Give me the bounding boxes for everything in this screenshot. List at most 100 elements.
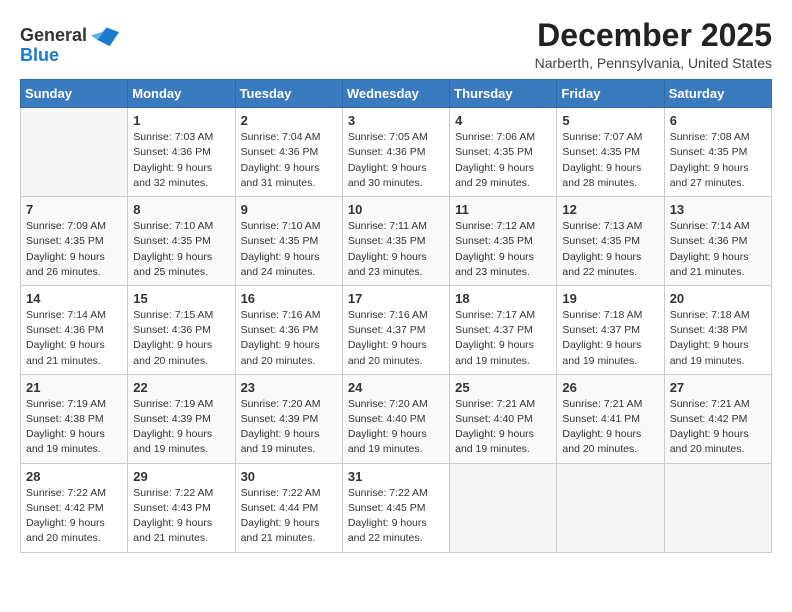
day-info: Sunrise: 7:05 AMSunset: 4:36 PMDaylight:…	[348, 130, 444, 191]
day-info: Sunrise: 7:16 AMSunset: 4:37 PMDaylight:…	[348, 308, 444, 369]
day-info: Sunrise: 7:11 AMSunset: 4:35 PMDaylight:…	[348, 219, 444, 280]
calendar-week-row-4: 21 Sunrise: 7:19 AMSunset: 4:38 PMDayligh…	[21, 374, 772, 463]
day-number: 3	[348, 113, 444, 128]
calendar-cell: 8 Sunrise: 7:10 AMSunset: 4:35 PMDaylight…	[128, 197, 235, 286]
calendar-cell: 6Sunrise: 7:08 AMSunset: 4:35 PMDaylight…	[664, 108, 771, 197]
calendar-cell: 23Sunrise: 7:20 AMSunset: 4:39 PMDayligh…	[235, 374, 342, 463]
day-info: Sunrise: 7:22 AMSunset: 4:42 PMDaylight:…	[26, 486, 122, 547]
header: General Blue December 2025 Narberth, Pen…	[20, 18, 772, 71]
day-info: Sunrise: 7:18 AMSunset: 4:37 PMDaylight:…	[562, 308, 658, 369]
day-info: Sunrise: 7:22 AMSunset: 4:45 PMDaylight:…	[348, 486, 444, 547]
day-number: 25	[455, 380, 551, 395]
day-number: 28	[26, 469, 122, 484]
calendar-cell: 17Sunrise: 7:16 AMSunset: 4:37 PMDayligh…	[342, 285, 449, 374]
day-number: 21	[26, 380, 122, 395]
header-row: Sunday Monday Tuesday Wednesday Thursday…	[21, 80, 772, 108]
calendar-cell: 5 Sunrise: 7:07 AMSunset: 4:35 PMDaylight…	[557, 108, 664, 197]
calendar-cell: 21 Sunrise: 7:19 AMSunset: 4:38 PMDayligh…	[21, 374, 128, 463]
day-number: 24	[348, 380, 444, 395]
header-monday: Monday	[128, 80, 235, 108]
day-number: 6	[670, 113, 766, 128]
day-info: Sunrise: 7:22 AMSunset: 4:43 PMDaylight:…	[133, 486, 229, 547]
calendar-cell	[21, 108, 128, 197]
day-info: Sunrise: 7:20 AMSunset: 4:40 PMDaylight:…	[348, 397, 444, 458]
day-info: Sunrise: 7:19 AMSunset: 4:38 PMDaylight:…	[26, 397, 122, 458]
day-number: 30	[241, 469, 337, 484]
calendar-cell: 16Sunrise: 7:16 AMSunset: 4:36 PMDayligh…	[235, 285, 342, 374]
calendar-week-row-1: 1Sunrise: 7:03 AMSunset: 4:36 PMDaylight…	[21, 108, 772, 197]
day-info: Sunrise: 7:12 AMSunset: 4:35 PMDaylight:…	[455, 219, 551, 280]
day-number: 11	[455, 202, 551, 217]
day-number: 15	[133, 291, 229, 306]
calendar-week-row-3: 14 Sunrise: 7:14 AMSunset: 4:36 PMDayligh…	[21, 285, 772, 374]
calendar-header: Sunday Monday Tuesday Wednesday Thursday…	[21, 80, 772, 108]
day-number: 14	[26, 291, 122, 306]
calendar-cell	[450, 463, 557, 552]
day-info: Sunrise: 7:10 AMSunset: 4:35 PMDaylight:…	[241, 219, 337, 280]
day-number: 16	[241, 291, 337, 306]
day-info: Sunrise: 7:10 AMSunset: 4:35 PMDaylight:…	[133, 219, 229, 280]
calendar-cell: 15 Sunrise: 7:15 AMSunset: 4:36 PMDayligh…	[128, 285, 235, 374]
day-number: 18	[455, 291, 551, 306]
day-number: 10	[348, 202, 444, 217]
day-info: Sunrise: 7:13 AMSunset: 4:35 PMDaylight:…	[562, 219, 658, 280]
day-number: 12	[562, 202, 658, 217]
day-info: Sunrise: 7:03 AMSunset: 4:36 PMDaylight:…	[133, 130, 229, 191]
day-info: Sunrise: 7:09 AMSunset: 4:35 PMDaylight:…	[26, 219, 122, 280]
day-number: 20	[670, 291, 766, 306]
logo-text-blue: Blue	[20, 46, 59, 66]
day-number: 19	[562, 291, 658, 306]
logo: General Blue	[20, 22, 119, 66]
day-info: Sunrise: 7:15 AMSunset: 4:36 PMDaylight:…	[133, 308, 229, 369]
day-info: Sunrise: 7:14 AMSunset: 4:36 PMDaylight:…	[26, 308, 122, 369]
day-number: 27	[670, 380, 766, 395]
day-number: 5	[562, 113, 658, 128]
day-number: 29	[133, 469, 229, 484]
calendar-cell: 14 Sunrise: 7:14 AMSunset: 4:36 PMDayligh…	[21, 285, 128, 374]
main-title: December 2025	[535, 18, 772, 53]
day-number: 9	[241, 202, 337, 217]
day-info: Sunrise: 7:04 AMSunset: 4:36 PMDaylight:…	[241, 130, 337, 191]
header-friday: Friday	[557, 80, 664, 108]
logo-text-general: General	[20, 26, 87, 46]
header-saturday: Saturday	[664, 80, 771, 108]
day-info: Sunrise: 7:21 AMSunset: 4:41 PMDaylight:…	[562, 397, 658, 458]
calendar-cell: 22Sunrise: 7:19 AMSunset: 4:39 PMDayligh…	[128, 374, 235, 463]
day-number: 4	[455, 113, 551, 128]
page: General Blue December 2025 Narberth, Pen…	[0, 0, 792, 612]
calendar-cell: 31 Sunrise: 7:22 AMSunset: 4:45 PMDayligh…	[342, 463, 449, 552]
calendar-cell: 13 Sunrise: 7:14 AMSunset: 4:36 PMDayligh…	[664, 197, 771, 286]
calendar-cell: 26 Sunrise: 7:21 AMSunset: 4:41 PMDayligh…	[557, 374, 664, 463]
subtitle: Narberth, Pennsylvania, United States	[535, 55, 772, 71]
day-info: Sunrise: 7:22 AMSunset: 4:44 PMDaylight:…	[241, 486, 337, 547]
day-info: Sunrise: 7:18 AMSunset: 4:38 PMDaylight:…	[670, 308, 766, 369]
day-number: 22	[133, 380, 229, 395]
day-number: 7	[26, 202, 122, 217]
calendar-cell: 19 Sunrise: 7:18 AMSunset: 4:37 PMDayligh…	[557, 285, 664, 374]
day-info: Sunrise: 7:14 AMSunset: 4:36 PMDaylight:…	[670, 219, 766, 280]
day-info: Sunrise: 7:07 AMSunset: 4:35 PMDaylight:…	[562, 130, 658, 191]
day-info: Sunrise: 7:17 AMSunset: 4:37 PMDaylight:…	[455, 308, 551, 369]
title-block: December 2025 Narberth, Pennsylvania, Un…	[535, 18, 772, 71]
calendar-cell: 29 Sunrise: 7:22 AMSunset: 4:43 PMDayligh…	[128, 463, 235, 552]
calendar-cell	[557, 463, 664, 552]
day-number: 26	[562, 380, 658, 395]
header-sunday: Sunday	[21, 80, 128, 108]
day-number: 8	[133, 202, 229, 217]
day-info: Sunrise: 7:21 AMSunset: 4:42 PMDaylight:…	[670, 397, 766, 458]
calendar-cell: 9 Sunrise: 7:10 AMSunset: 4:35 PMDaylight…	[235, 197, 342, 286]
day-number: 31	[348, 469, 444, 484]
calendar-cell: 11 Sunrise: 7:12 AMSunset: 4:35 PMDayligh…	[450, 197, 557, 286]
calendar-cell: 25Sunrise: 7:21 AMSunset: 4:40 PMDayligh…	[450, 374, 557, 463]
calendar-cell: 12 Sunrise: 7:13 AMSunset: 4:35 PMDayligh…	[557, 197, 664, 286]
calendar-cell: 20 Sunrise: 7:18 AMSunset: 4:38 PMDayligh…	[664, 285, 771, 374]
day-number: 23	[241, 380, 337, 395]
day-number: 13	[670, 202, 766, 217]
header-thursday: Thursday	[450, 80, 557, 108]
calendar-week-row-2: 7 Sunrise: 7:09 AMSunset: 4:35 PMDaylight…	[21, 197, 772, 286]
day-number: 2	[241, 113, 337, 128]
calendar-cell: 2 Sunrise: 7:04 AMSunset: 4:36 PMDaylight…	[235, 108, 342, 197]
header-wednesday: Wednesday	[342, 80, 449, 108]
calendar-cell: 30 Sunrise: 7:22 AMSunset: 4:44 PMDayligh…	[235, 463, 342, 552]
calendar-body: 1Sunrise: 7:03 AMSunset: 4:36 PMDaylight…	[21, 108, 772, 552]
